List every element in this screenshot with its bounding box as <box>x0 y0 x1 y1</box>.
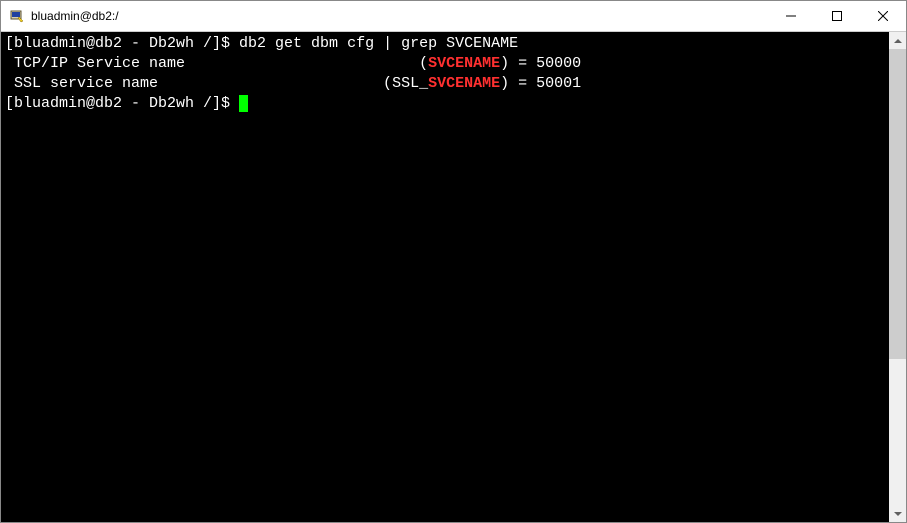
window-title: bluadmin@db2:/ <box>31 9 768 23</box>
output-label: TCP/IP Service name ( <box>5 55 428 72</box>
scroll-up-arrow[interactable] <box>889 32 906 49</box>
minimize-button[interactable] <box>768 1 814 31</box>
command-text: db2 get dbm cfg | grep SVCENAME <box>239 35 518 52</box>
close-button[interactable] <box>860 1 906 31</box>
terminal-line: [bluadmin@db2 - Db2wh /]$ <box>5 94 885 114</box>
terminal-output[interactable]: [bluadmin@db2 - Db2wh /]$ db2 get dbm cf… <box>1 32 889 522</box>
output-label: SSL service name (SSL_ <box>5 75 428 92</box>
window-titlebar: bluadmin@db2:/ <box>1 1 906 32</box>
grep-match: SVCENAME <box>428 55 500 72</box>
grep-match: SVCENAME <box>428 75 500 92</box>
terminal-line: [bluadmin@db2 - Db2wh /]$ db2 get dbm cf… <box>5 34 885 54</box>
terminal-line: TCP/IP Service name (SVCENAME) = 50000 <box>5 54 885 74</box>
maximize-button[interactable] <box>814 1 860 31</box>
putty-icon <box>9 8 25 24</box>
window-controls <box>768 1 906 31</box>
terminal-line: SSL service name (SSL_SVCENAME) = 50001 <box>5 74 885 94</box>
scroll-down-arrow[interactable] <box>889 505 906 522</box>
vertical-scrollbar[interactable] <box>889 32 906 522</box>
output-value: ) = 50001 <box>500 75 581 92</box>
output-value: ) = 50000 <box>500 55 581 72</box>
shell-prompt: [bluadmin@db2 - Db2wh /]$ <box>5 35 239 52</box>
shell-prompt: [bluadmin@db2 - Db2wh /]$ <box>5 95 239 112</box>
terminal-cursor <box>239 95 248 112</box>
scroll-thumb[interactable] <box>889 49 906 359</box>
terminal-container: [bluadmin@db2 - Db2wh /]$ db2 get dbm cf… <box>1 32 906 522</box>
